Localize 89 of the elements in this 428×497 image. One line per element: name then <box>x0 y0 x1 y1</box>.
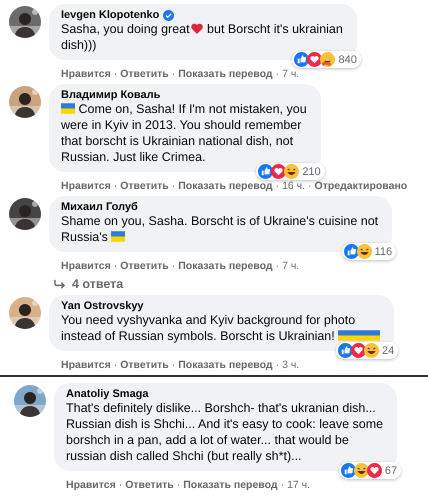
separator-dot: · <box>172 180 176 192</box>
comment-text: that borscht is Ukrainian national dish, not <box>61 134 294 148</box>
like-icon <box>294 52 310 67</box>
flag-icon <box>111 231 126 242</box>
action-link[interactable]: Нравится <box>66 479 116 491</box>
separator-dot: · <box>280 479 284 491</box>
action-link[interactable]: Ответить <box>120 180 169 192</box>
comment-text: instead of Russian symbols. Borscht is Ukrainian! <box>61 329 336 343</box>
author-name[interactable]: Михаил Голуб <box>61 201 138 213</box>
like-icon <box>340 463 356 478</box>
separator-dot: · <box>172 359 176 371</box>
timestamp[interactable]: 7 ч. <box>282 68 300 80</box>
heart-reaction-icon <box>350 343 366 358</box>
separator-dot: · <box>276 359 280 371</box>
separator-dot: · <box>114 260 118 272</box>
action-link[interactable]: Показать перевод <box>178 260 273 272</box>
separator-dot: · <box>176 479 180 491</box>
comment-text: Sasha, you doing great <box>61 22 190 36</box>
timestamp[interactable]: 16 ч. <box>282 180 306 192</box>
reaction-count: 67 <box>384 464 398 476</box>
reaction-counter[interactable]: 210 <box>256 163 325 180</box>
action-link[interactable]: Ответить <box>120 68 169 80</box>
timestamp[interactable]: 17 ч. <box>287 479 310 491</box>
action-link[interactable]: Ответить <box>120 260 169 272</box>
flag-icon <box>366 330 380 341</box>
author-name[interactable]: Anatoliy Smaga <box>66 388 149 400</box>
hugging-face-icon <box>320 52 336 67</box>
flag-icon <box>338 330 352 341</box>
comment-text: borshch in a pan, add a lot of water... that would be <box>66 433 349 447</box>
action-link[interactable]: Нравится <box>61 359 111 371</box>
action-link[interactable]: Показать перевод <box>183 479 278 491</box>
comment-text: Shame on you, Sasha. Borscht is of Ukraine's cuisine not <box>61 214 378 228</box>
laughing-face-icon <box>356 244 372 259</box>
action-link[interactable]: Ответить <box>120 359 169 371</box>
comment-text: Russian. Just like Crimea. <box>61 150 206 164</box>
comment-text: Russia's <box>61 230 109 244</box>
laughing-face-icon <box>354 463 369 478</box>
action-link[interactable]: Показать перевод <box>178 68 273 80</box>
replies-link[interactable]: 4 ответа <box>72 277 124 291</box>
heart-reaction-icon <box>366 463 382 478</box>
separator-dot: · <box>114 359 118 371</box>
reaction-count: 840 <box>338 54 357 66</box>
laughing-face-icon <box>284 164 300 179</box>
action-link[interactable]: Ответить <box>125 479 174 491</box>
author-name[interactable]: Владимир Коваль <box>61 89 160 101</box>
separator-dot: · <box>276 260 280 272</box>
like-icon <box>258 164 274 179</box>
comment-text: dish))) <box>61 38 96 52</box>
like-icon <box>344 244 359 259</box>
action-link[interactable]: Нравится <box>61 180 111 192</box>
timestamp[interactable]: 3 ч. <box>282 359 300 371</box>
heart-icon <box>190 23 204 34</box>
separator-dot: · <box>118 479 122 491</box>
reaction-counter[interactable]: 67 <box>338 462 402 479</box>
reply-arrow-icon <box>53 278 66 290</box>
separator-dot: · <box>308 180 312 192</box>
author-name[interactable]: Ievgen Klopotenko <box>61 9 160 21</box>
laughing-face-icon <box>364 343 379 358</box>
action-link[interactable]: Показать перевод <box>178 180 273 192</box>
reaction-counter[interactable]: 840 <box>292 51 361 68</box>
heart-reaction-icon <box>271 164 286 179</box>
action-link[interactable]: Нравится <box>61 68 111 80</box>
separator-dot: · <box>114 180 118 192</box>
author-name[interactable]: Yan Ostrovskyy <box>61 300 144 312</box>
comment-text: were in Kyiv in 2013. You should remember <box>61 118 302 132</box>
separator-dot: · <box>276 68 280 80</box>
comment-text: Come on, Sasha! If I'm not mistaken, you <box>77 102 307 116</box>
reaction-counter[interactable]: 24 <box>336 342 398 359</box>
edited-label: Отредактировано <box>314 180 408 192</box>
action-link[interactable]: Нравится <box>61 260 111 272</box>
comment-text: You need vyshyvanka and Kyiv background for photo <box>61 313 356 327</box>
separator-dot: · <box>172 260 176 272</box>
comment-text: but Borscht it's ukrainian <box>206 22 343 36</box>
reaction-count: 24 <box>382 344 394 356</box>
comment-text: russian dish called Shchi (but really sh*t)... <box>66 449 302 463</box>
reaction-counter[interactable]: 116 <box>342 243 396 260</box>
separator-dot: · <box>276 180 280 192</box>
separator-dot: · <box>172 68 176 80</box>
separator-dot: · <box>114 68 118 80</box>
action-link[interactable]: Показать перевод <box>178 359 273 371</box>
timestamp[interactable]: 7 ч. <box>282 260 300 272</box>
flag-icon <box>352 330 366 341</box>
reaction-count: 116 <box>374 246 392 258</box>
comment-text: That's definitely dislike... Borshch- that's ukranian dish... <box>66 401 376 415</box>
flag-icon <box>61 103 75 114</box>
reaction-count: 210 <box>302 166 321 178</box>
comment-text: Russian dish is Shchi... And it's easy to cook: leave some <box>66 417 384 431</box>
like-icon <box>338 343 353 358</box>
heart-reaction-icon <box>307 52 322 67</box>
